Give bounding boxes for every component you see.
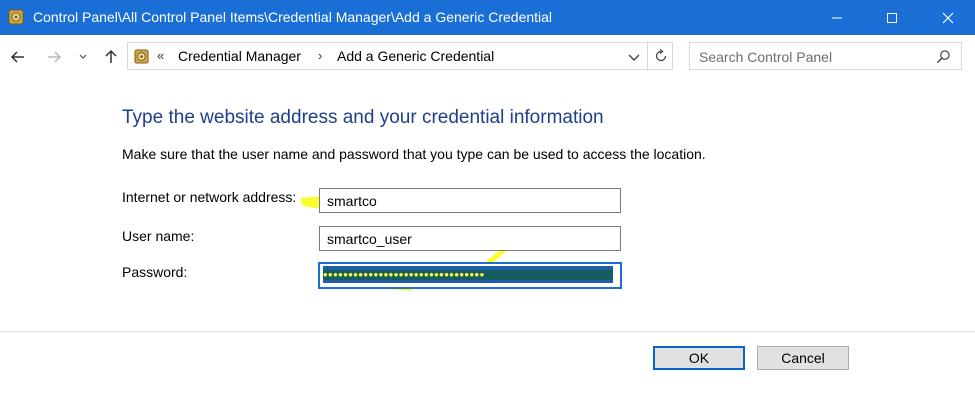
breadcrumb-add-generic-credential[interactable]: Add a Generic Credential: [337, 48, 494, 64]
search-icon[interactable]: [936, 49, 951, 64]
address-bar[interactable]: « Credential Manager › Add a Generic Cre…: [127, 42, 673, 70]
cancel-button[interactable]: Cancel: [757, 346, 849, 370]
minimize-button[interactable]: [814, 0, 860, 35]
up-button[interactable]: [101, 47, 121, 67]
minimize-icon: [832, 17, 842, 18]
footer-divider: [0, 331, 975, 332]
address-value: smartco: [327, 193, 377, 209]
chevron-down-icon: [79, 54, 87, 59]
password-value: ••••••••••••••••••••••••••••••••: [323, 267, 485, 282]
chevron-down-icon[interactable]: [626, 49, 642, 65]
forward-button[interactable]: [44, 47, 64, 67]
username-label: User name:: [122, 228, 195, 244]
close-button[interactable]: [925, 0, 971, 35]
navigation-bar: « Credential Manager › Add a Generic Cre…: [0, 35, 975, 80]
breadcrumb-credential-manager[interactable]: Credential Manager: [178, 48, 301, 64]
username-value: smartco_user: [327, 231, 412, 247]
title-bar: Control Panel\All Control Panel Items\Cr…: [0, 0, 975, 35]
password-selection: ••••••••••••••••••••••••••••••••: [323, 266, 613, 283]
arrow-right-icon: [48, 51, 62, 63]
arrow-left-icon: [10, 51, 24, 63]
search-input[interactable]: [690, 43, 941, 71]
breadcrumb-overflow[interactable]: «: [157, 48, 164, 63]
refresh-button[interactable]: [647, 43, 673, 69]
arrow-up-icon: [105, 49, 117, 63]
maximize-button[interactable]: [869, 0, 915, 35]
page-heading: Type the website address and your creden…: [122, 107, 604, 128]
username-field[interactable]: smartco_user: [319, 226, 621, 251]
back-button[interactable]: [8, 47, 28, 67]
ok-button[interactable]: OK: [653, 346, 745, 370]
address-field[interactable]: smartco: [319, 188, 621, 213]
password-label: Password:: [122, 264, 188, 280]
breadcrumb-separator[interactable]: ›: [318, 48, 322, 63]
search-box[interactable]: [689, 42, 962, 71]
address-label: Internet or network address:: [122, 189, 297, 205]
window-title: Control Panel\All Control Panel Items\Cr…: [33, 9, 553, 25]
page-description: Make sure that the user name and passwor…: [122, 146, 706, 162]
recent-locations-button[interactable]: [73, 47, 93, 67]
maximize-icon: [887, 12, 897, 23]
refresh-icon: [655, 49, 666, 62]
password-field[interactable]: ••••••••••••••••••••••••••••••••: [318, 262, 622, 289]
credential-manager-icon: [8, 9, 24, 25]
close-icon: [942, 12, 954, 23]
credential-manager-icon: [134, 49, 149, 64]
